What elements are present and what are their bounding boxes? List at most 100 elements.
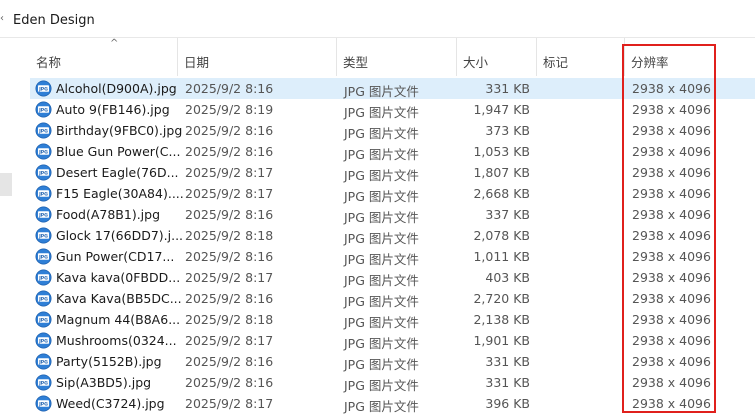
file-date: 2025/9/2 8:19 [185, 102, 274, 117]
jpg-file-icon: JPG [35, 122, 52, 139]
file-row[interactable]: JPG Gun Power(CD17... 2025/9/2 8:16 JPG 图片文… [18, 246, 755, 267]
jpg-file-icon: JPG [35, 248, 52, 265]
svg-text:JPG: JPG [38, 86, 48, 92]
file-row[interactable]: JPG Mushrooms(0324... 2025/9/2 8:17 JPG 图片文… [18, 330, 755, 351]
file-row[interactable]: JPG Sip(A3BD5).jpg 2025/9/2 8:16 JPG 图片文件 33… [18, 372, 755, 393]
file-row[interactable]: JPG Birthday(9FBC0).jpg 2025/9/2 8:16 JPG 图… [18, 120, 755, 141]
file-size: 2,720 KB [473, 291, 530, 306]
file-name: Blue Gun Power(C... [56, 144, 181, 159]
sort-ascending-icon: ^ [110, 38, 119, 49]
file-row[interactable]: JPG Glock 17(66DD7).j... 2025/9/2 8:18 JPG … [18, 225, 755, 246]
file-row[interactable]: JPG Blue Gun Power(C... 2025/9/2 8:16 JPG 图… [18, 141, 755, 162]
file-date: 2025/9/2 8:18 [185, 228, 274, 243]
file-size: 1,053 KB [473, 144, 530, 159]
file-size: 373 KB [485, 123, 530, 138]
svg-text:JPG: JPG [38, 359, 48, 365]
file-row[interactable]: JPG Weed(C3724).jpg 2025/9/2 8:17 JPG 图片文件 3… [18, 393, 755, 414]
file-size: 1,947 KB [473, 102, 530, 117]
file-resolution: 2938 x 4096 [632, 354, 711, 369]
jpg-file-icon: JPG [35, 311, 52, 328]
svg-text:JPG: JPG [38, 191, 48, 197]
file-row[interactable]: JPG Desert Eagle(76D... 2025/9/2 8:17 JPG 图… [18, 162, 755, 183]
file-row[interactable]: JPG Kava Kava(BB5DC... 2025/9/2 8:16 JPG 图片… [18, 288, 755, 309]
file-resolution: 2938 x 4096 [632, 123, 711, 138]
svg-text:JPG: JPG [38, 380, 48, 386]
svg-text:JPG: JPG [38, 107, 48, 113]
file-date: 2025/9/2 8:17 [185, 270, 274, 285]
file-type: JPG 图片文件 [344, 336, 419, 351]
file-name: Glock 17(66DD7).j... [56, 228, 184, 243]
file-row[interactable]: JPG Auto 9(FB146).jpg 2025/9/2 8:19 JPG 图片文… [18, 99, 755, 120]
file-size: 331 KB [485, 375, 530, 390]
file-type: JPG 图片文件 [344, 189, 419, 204]
jpg-file-icon: JPG [35, 227, 52, 244]
column-header-name[interactable]: ^ 名称 [30, 38, 178, 76]
file-name: Alcohol(D900A).jpg [56, 81, 177, 96]
file-date: 2025/9/2 8:16 [185, 123, 274, 138]
file-date: 2025/9/2 8:16 [185, 207, 274, 222]
file-row[interactable]: JPG Kava kava(0FBDD... 2025/9/2 8:17 JPG 图片… [18, 267, 755, 288]
file-size: 2,078 KB [473, 228, 530, 243]
file-resolution: 2938 x 4096 [632, 186, 711, 201]
file-name: Party(5152B).jpg [56, 354, 162, 369]
file-row[interactable]: JPG F15 Eagle(30A84).... 2025/9/2 8:17 JPG … [18, 183, 755, 204]
file-name: Kava Kava(BB5DC... [56, 291, 182, 306]
file-resolution: 2938 x 4096 [632, 291, 711, 306]
file-row[interactable]: JPG Alcohol(D900A).jpg 2025/9/2 8:16 JPG 图片… [18, 78, 755, 99]
jpg-file-icon: JPG [35, 290, 52, 307]
navigation-selected-item[interactable] [0, 173, 12, 196]
file-type: JPG 图片文件 [344, 252, 419, 267]
file-type: JPG 图片文件 [344, 84, 419, 99]
file-size: 1,807 KB [473, 165, 530, 180]
file-resolution: 2938 x 4096 [632, 102, 711, 117]
file-row[interactable]: JPG Magnum 44(B8A6... 2025/9/2 8:18 JPG 图片文… [18, 309, 755, 330]
file-name: F15 Eagle(30A84).... [56, 186, 184, 201]
file-size: 337 KB [485, 207, 530, 222]
column-header-date[interactable]: 日期 [178, 38, 337, 76]
jpg-file-icon: JPG [35, 332, 52, 349]
file-resolution: 2938 x 4096 [632, 375, 711, 390]
file-date: 2025/9/2 8:17 [185, 165, 274, 180]
file-resolution: 2938 x 4096 [632, 81, 711, 96]
file-name: Sip(A3BD5).jpg [56, 375, 152, 390]
address-bar: ‹ Eden Design [0, 0, 755, 38]
file-row[interactable]: JPG Party(5152B).jpg 2025/9/2 8:16 JPG 图片文件… [18, 351, 755, 372]
file-type: JPG 图片文件 [344, 126, 419, 141]
file-date: 2025/9/2 8:18 [185, 312, 274, 327]
file-resolution: 2938 x 4096 [632, 207, 711, 222]
file-size: 1,011 KB [473, 249, 530, 264]
file-row[interactable]: JPG Food(A78B1).jpg 2025/9/2 8:16 JPG 图片文件 3… [18, 204, 755, 225]
file-type: JPG 图片文件 [344, 294, 419, 309]
jpg-file-icon: JPG [35, 353, 52, 370]
jpg-file-icon: JPG [35, 80, 52, 97]
folder-title[interactable]: Eden Design [13, 13, 95, 28]
file-date: 2025/9/2 8:16 [185, 291, 274, 306]
svg-text:JPG: JPG [38, 296, 48, 302]
svg-text:JPG: JPG [38, 275, 48, 281]
jpg-file-icon: JPG [35, 185, 52, 202]
file-date: 2025/9/2 8:16 [185, 81, 274, 96]
svg-text:JPG: JPG [38, 338, 48, 344]
file-type: JPG 图片文件 [344, 399, 419, 414]
file-resolution: 2938 x 4096 [632, 270, 711, 285]
jpg-file-icon: JPG [35, 374, 52, 391]
file-type: JPG 图片文件 [344, 147, 419, 162]
file-date: 2025/9/2 8:16 [185, 249, 274, 264]
file-name: Food(A78B1).jpg [56, 207, 161, 222]
file-size: 331 KB [485, 81, 530, 96]
svg-text:JPG: JPG [38, 401, 48, 407]
file-type: JPG 图片文件 [344, 378, 419, 393]
jpg-file-icon: JPG [35, 206, 52, 223]
file-date: 2025/9/2 8:17 [185, 186, 274, 201]
column-header-tags[interactable]: 标记 [537, 38, 625, 76]
column-header-type[interactable]: 类型 [337, 38, 457, 76]
chevron-left-icon[interactable]: ‹ [0, 14, 8, 24]
column-header-size[interactable]: 大小 [457, 38, 537, 76]
file-size: 2,138 KB [473, 312, 530, 327]
file-size: 403 KB [485, 270, 530, 285]
file-name: Kava kava(0FBDD... [56, 270, 181, 285]
column-header-resolution[interactable]: 分辨率 [625, 38, 755, 76]
jpg-file-icon: JPG [35, 269, 52, 286]
file-name: Magnum 44(B8A6... [56, 312, 181, 327]
svg-text:JPG: JPG [38, 128, 48, 134]
